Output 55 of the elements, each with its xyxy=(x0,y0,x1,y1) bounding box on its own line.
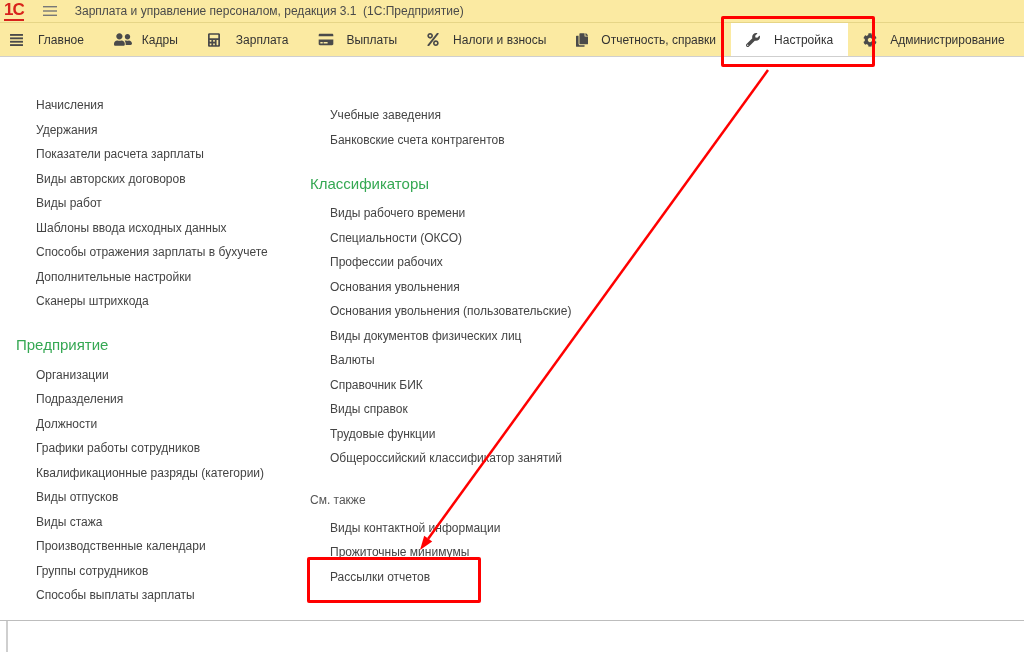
nav-tab[interactable]: Отчетность, справки xyxy=(561,23,732,56)
menu-link[interactable]: Основания увольнения (пользовательские) xyxy=(330,302,572,321)
menu-link[interactable]: Способы выплаты зарплаты xyxy=(36,586,195,605)
menu-link[interactable]: Подразделения xyxy=(36,390,124,409)
menu-link[interactable]: Валюты xyxy=(330,351,375,370)
section-heading: Классификаторы xyxy=(310,173,429,194)
card-icon xyxy=(318,33,335,46)
menu-link[interactable]: Начисления xyxy=(36,96,104,115)
menu-link[interactable]: Производственные календари xyxy=(36,537,206,556)
menu-link[interactable]: Виды документов физических лиц xyxy=(330,326,522,345)
menu-link[interactable]: Виды рабочего времени xyxy=(330,204,466,223)
nav-tab[interactable]: Администрирование xyxy=(848,23,1020,56)
menu-link[interactable]: Учебные заведения xyxy=(330,106,441,125)
nav-tab[interactable]: Настройка xyxy=(731,23,849,56)
menu-link[interactable]: Дополнительные настройки xyxy=(36,267,192,286)
nav-tab[interactable]: Главное xyxy=(0,23,99,56)
app-logo: 1С xyxy=(4,1,24,21)
menu-icon[interactable] xyxy=(42,6,57,16)
wrench-icon xyxy=(746,32,761,47)
percent-icon xyxy=(427,33,440,46)
menu-link[interactable]: Профессии рабочих xyxy=(330,253,443,272)
menu-link[interactable]: Трудовые функции xyxy=(330,424,436,443)
menu-link[interactable]: Виды стажа xyxy=(36,512,103,531)
menu-link[interactable]: Основания увольнения xyxy=(330,277,460,296)
menu-link[interactable]: Справочник БИК xyxy=(330,375,423,394)
nav-tab[interactable]: Налоги и взносы xyxy=(412,23,562,56)
lines-icon xyxy=(10,33,23,46)
see-also-heading: См. также xyxy=(310,491,366,509)
menu-link[interactable]: Организации xyxy=(36,365,109,384)
nav-tab[interactable]: Зарплата xyxy=(192,23,304,56)
menu-link[interactable]: Способы отражения зарплаты в бухучете xyxy=(36,243,268,262)
calculator-icon xyxy=(207,32,220,47)
documents-icon xyxy=(576,32,589,47)
menu-link[interactable]: Группы сотрудников xyxy=(36,561,149,580)
menu-link[interactable]: Удержания xyxy=(36,120,98,139)
menu-link[interactable]: Должности xyxy=(36,414,98,433)
menu-link[interactable]: Банковские счета контрагентов xyxy=(330,130,505,149)
menu-link[interactable]: Показатели расчета зарплаты xyxy=(36,145,204,164)
section-heading: Предприятие xyxy=(16,335,109,356)
menu-link[interactable]: Виды отпусков xyxy=(36,488,119,507)
menu-link[interactable]: Специальности (ОКСО) xyxy=(330,228,463,247)
gear-icon xyxy=(863,32,878,47)
nav-tab[interactable]: Выплаты xyxy=(303,23,413,56)
window-title: Зарплата и управление персоналом, редакция 3.1 (1С:Предприятие) xyxy=(74,3,464,20)
users-icon xyxy=(113,32,132,47)
menu-link[interactable]: Виды справок xyxy=(330,400,408,419)
nav-tab[interactable]: Кадры xyxy=(98,23,193,56)
menu-link[interactable]: Квалификационные разряды (категории) xyxy=(36,463,265,482)
menu-link[interactable]: Сканеры штрихкода xyxy=(36,292,149,311)
menu-link[interactable]: Прожиточные минимумы xyxy=(330,543,470,562)
menu-link[interactable]: Виды работ xyxy=(36,194,102,213)
menu-link[interactable]: Графики работы сотрудников xyxy=(36,439,201,458)
menu-link[interactable]: Виды авторских договоров xyxy=(36,169,186,188)
menu-link[interactable]: Шаблоны ввода исходных данных xyxy=(36,218,227,237)
menu-link[interactable]: Рассылки отчетов xyxy=(330,567,431,586)
